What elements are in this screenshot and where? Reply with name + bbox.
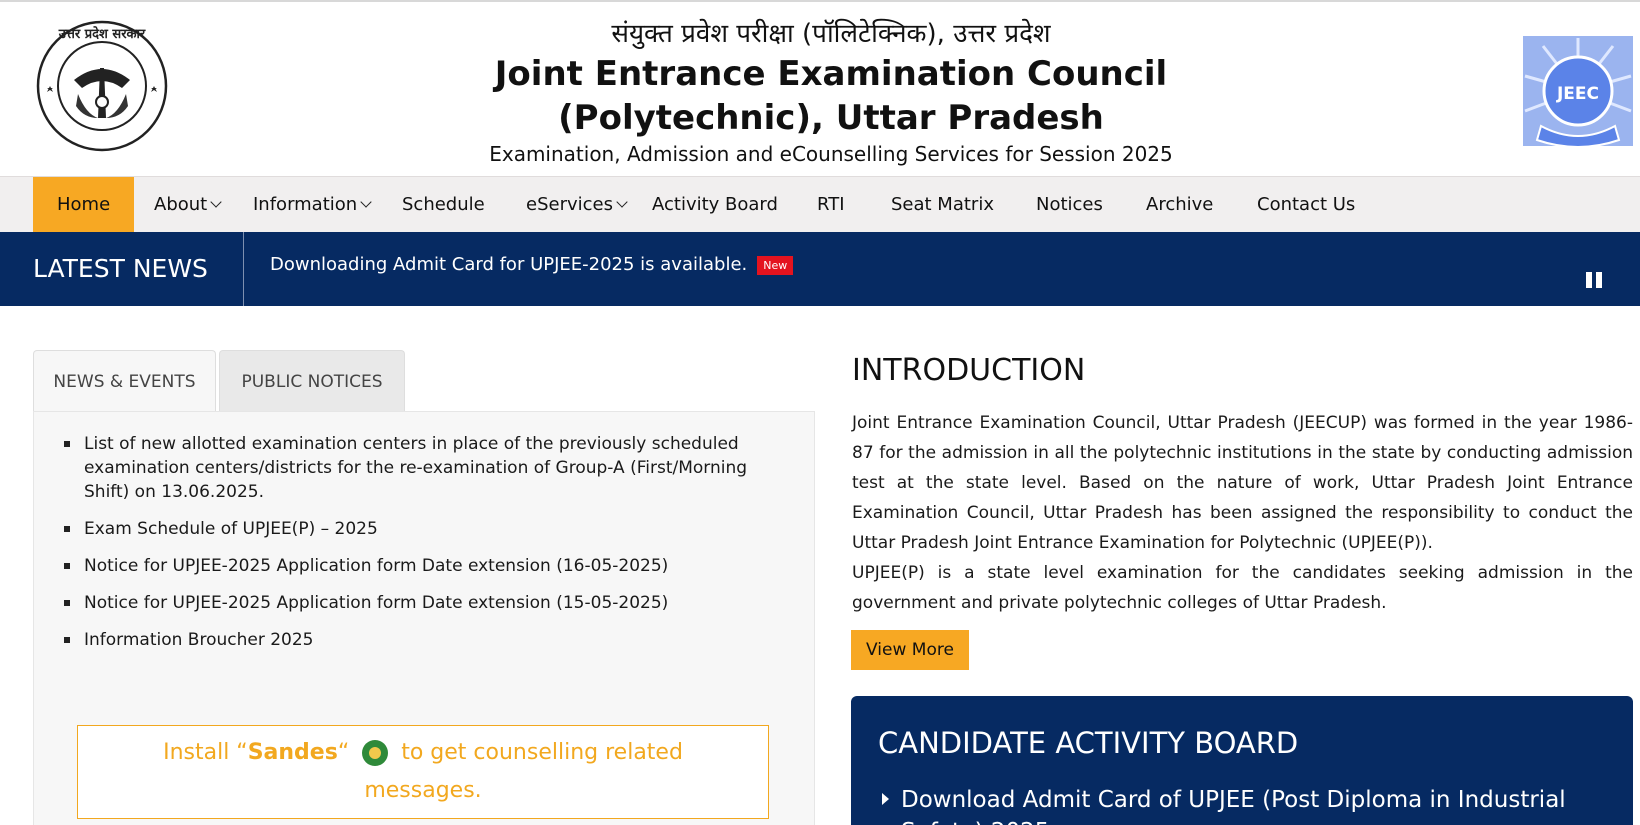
- nav-seat-matrix[interactable]: Seat Matrix: [891, 177, 994, 233]
- list-item[interactable]: List of new allotted examination centers…: [52, 432, 782, 504]
- list-item[interactable]: Notice for UPJEE-2025 Application form D…: [52, 554, 782, 578]
- sandes-quote: “: [337, 740, 350, 765]
- nav-about[interactable]: About: [154, 177, 222, 233]
- main-navigation: Home About Information Schedule eService…: [0, 176, 1640, 233]
- page-subtitle: Examination, Admission and eCounselling …: [489, 142, 1173, 166]
- introduction-heading: INTRODUCTION: [852, 353, 1086, 388]
- jeec-logo-text: JEEC: [1556, 84, 1599, 104]
- sandes-app-icon: [362, 740, 389, 766]
- nav-activity-board[interactable]: Activity Board: [652, 177, 778, 233]
- chevron-down-icon: [616, 196, 628, 208]
- nav-archive-label: Archive: [1146, 194, 1214, 215]
- nav-eservices[interactable]: eServices: [526, 177, 628, 233]
- chevron-down-icon: [210, 196, 222, 208]
- tab-news-events[interactable]: NEWS & EVENTS: [33, 350, 216, 412]
- nav-schedule-label: Schedule: [402, 194, 485, 215]
- page-title-line-1: Joint Entrance Examination Council: [494, 54, 1168, 94]
- pause-icon[interactable]: [1586, 272, 1602, 288]
- list-item[interactable]: Information Broucher 2025: [52, 628, 782, 652]
- nav-schedule[interactable]: Schedule: [402, 177, 485, 233]
- news-ticker-item[interactable]: Downloading Admit Card for UPJEE-2025 is…: [270, 254, 794, 276]
- introduction-text: Joint Entrance Examination Council, Utta…: [852, 408, 1633, 618]
- new-badge: New: [757, 256, 794, 275]
- sandes-line2: messages.: [364, 778, 482, 803]
- activity-board-item[interactable]: Download Admit Card of UPJEE (Post Diplo…: [901, 784, 1621, 825]
- hindi-title: संयुक्त प्रवेश परीक्षा (पॉलिटेक्निक), उत…: [611, 19, 1051, 49]
- page-title-line-2: (Polytechnic), Uttar Pradesh: [558, 98, 1104, 138]
- site-header: उत्तर प्रदेश सरकार संयुक्त प्रवेश परीक्ष…: [0, 0, 1640, 176]
- nav-about-label: About: [154, 194, 208, 215]
- nav-contact-us-label: Contact Us: [1257, 194, 1356, 215]
- sandes-app-name: Sandes: [247, 740, 338, 765]
- jeec-logo[interactable]: JEEC: [1523, 36, 1633, 146]
- sandes-prefix: Install “: [163, 740, 248, 765]
- caret-right-icon: [882, 793, 889, 805]
- nav-rti[interactable]: RTI: [817, 177, 845, 233]
- notice-list: List of new allotted examination centers…: [52, 432, 782, 665]
- sandes-line1: to get counselling related: [394, 740, 683, 765]
- list-item[interactable]: Notice for UPJEE-2025 Application form D…: [52, 591, 782, 615]
- nav-information-label: Information: [253, 194, 358, 215]
- chevron-down-icon: [360, 196, 372, 208]
- candidate-activity-board: CANDIDATE ACTIVITY BOARD Download Admit …: [851, 696, 1633, 825]
- introduction-paragraph-2: UPJEE(P) is a state level examination fo…: [852, 563, 1633, 613]
- introduction-paragraph-1: Joint Entrance Examination Council, Utta…: [852, 413, 1633, 553]
- nav-rti-label: RTI: [817, 194, 845, 215]
- news-ticker-text: Downloading Admit Card for UPJEE-2025 is…: [270, 254, 748, 275]
- nav-archive[interactable]: Archive: [1146, 177, 1213, 233]
- nav-information[interactable]: Information: [253, 177, 372, 233]
- nav-contact-us[interactable]: Contact Us: [1257, 177, 1355, 233]
- nav-seat-matrix-label: Seat Matrix: [891, 194, 994, 215]
- latest-news-label: LATEST NEWS: [33, 254, 208, 283]
- list-item[interactable]: Exam Schedule of UPJEE(P) – 2025: [52, 517, 782, 541]
- sandes-promo-box[interactable]: Install “Sandes“ to get counselling rela…: [77, 725, 769, 819]
- nav-notices[interactable]: Notices: [1036, 177, 1103, 233]
- activity-board-title: CANDIDATE ACTIVITY BOARD: [878, 726, 1299, 760]
- nav-eservices-label: eServices: [526, 194, 613, 215]
- view-more-button[interactable]: View More: [851, 630, 969, 670]
- latest-news-bar: LATEST NEWS Downloading Admit Card for U…: [0, 232, 1640, 306]
- nav-home-label: Home: [57, 194, 111, 215]
- tab-public-notices[interactable]: PUBLIC NOTICES: [219, 350, 405, 412]
- nav-home[interactable]: Home: [33, 177, 135, 233]
- nav-activity-board-label: Activity Board: [652, 194, 778, 215]
- news-divider: [243, 232, 244, 306]
- nav-notices-label: Notices: [1036, 194, 1103, 215]
